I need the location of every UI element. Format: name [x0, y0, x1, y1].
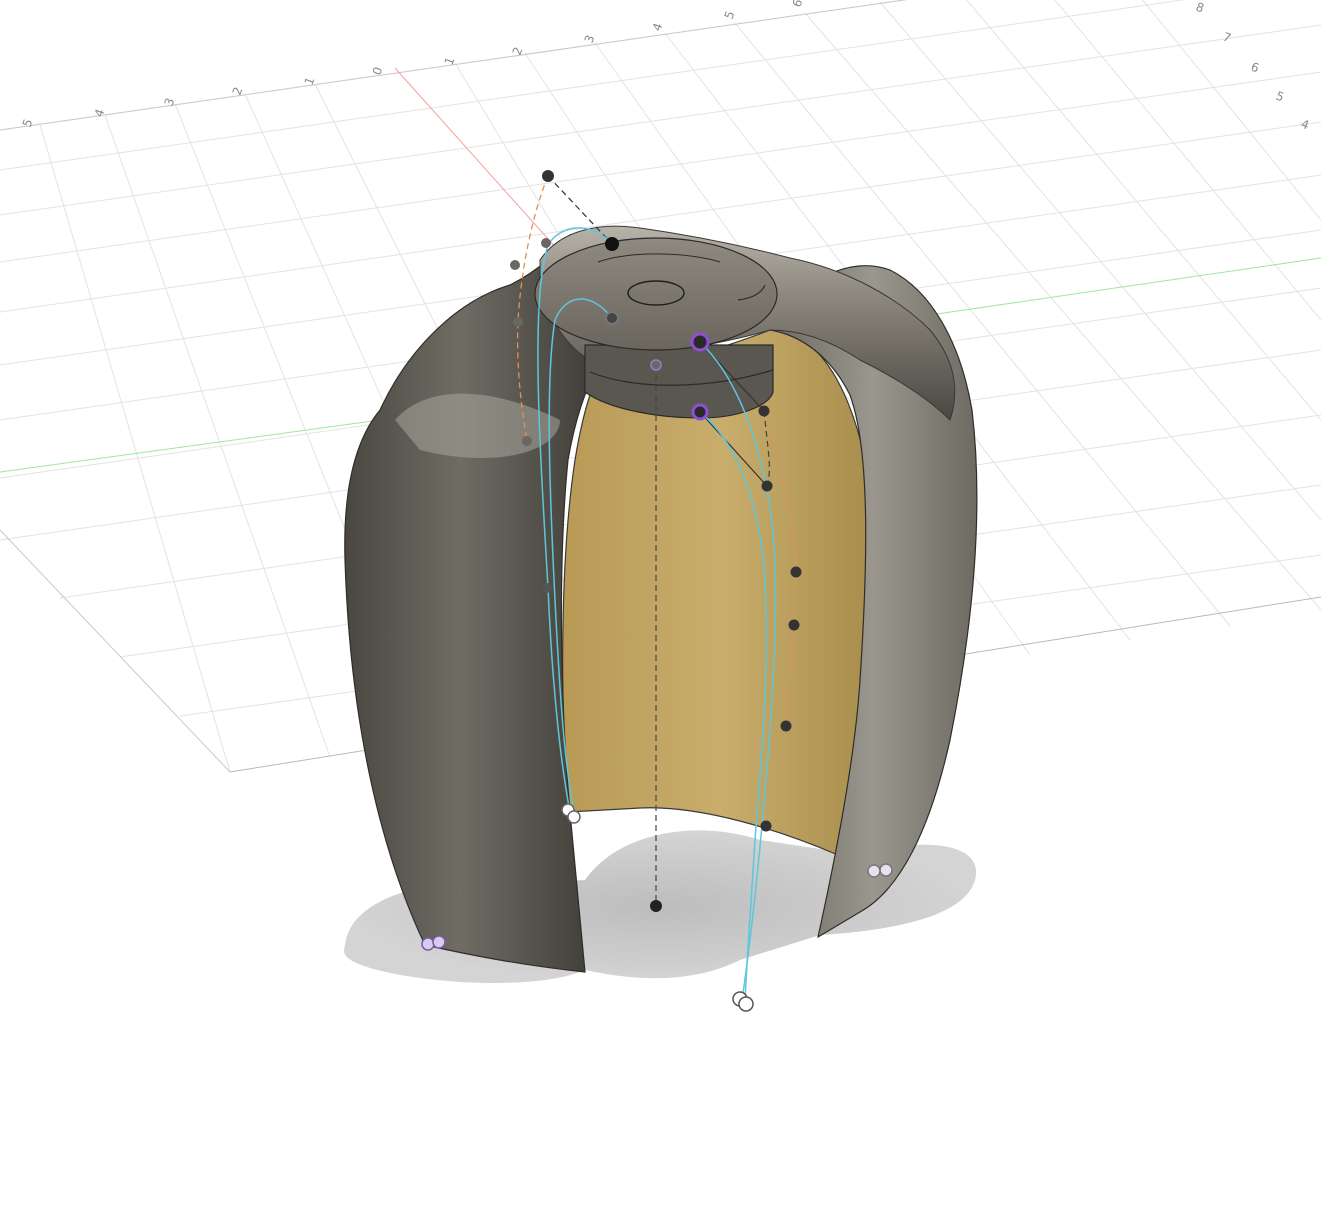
control-point[interactable] — [513, 317, 523, 327]
right-tick-label: 5 — [1274, 89, 1286, 105]
top-tick-label: 2 — [510, 45, 526, 57]
control-point[interactable] — [605, 237, 619, 251]
top-tick-label: 0 — [370, 65, 386, 77]
y-axis-line-right — [929, 257, 1321, 316]
top-tick-label: 4 — [92, 107, 108, 119]
right-tick-label: 8 — [1194, 0, 1206, 15]
control-point[interactable] — [650, 900, 662, 912]
control-point[interactable] — [780, 720, 792, 732]
control-point[interactable] — [605, 311, 619, 325]
endpoint-handle[interactable] — [567, 810, 581, 824]
top-tick-label: 2 — [230, 85, 246, 97]
control-point[interactable] — [761, 480, 773, 492]
selected-control-point[interactable] — [690, 332, 710, 352]
control-point[interactable] — [788, 619, 800, 631]
endpoint-handle[interactable] — [879, 863, 893, 877]
top-tick-label: 1 — [442, 55, 458, 67]
right-tick-label: 6 — [1249, 60, 1261, 76]
endpoint-handle[interactable] — [867, 864, 881, 878]
top-tick-label: 6 — [790, 0, 806, 9]
top-axis-ticks: 5 4 3 2 1 0 1 2 3 4 5 6 — [20, 0, 806, 129]
selected-control-point[interactable] — [691, 403, 709, 421]
y-axis-line — [0, 419, 381, 473]
control-point[interactable] — [790, 566, 802, 578]
control-point[interactable] — [522, 436, 532, 446]
shell-left-surface[interactable] — [344, 233, 602, 973]
top-tick-label: 3 — [582, 33, 598, 45]
3d-viewport[interactable]: 5 4 3 2 1 0 1 2 3 4 5 6 8 7 6 5 4 — [0, 0, 1321, 1205]
control-point[interactable] — [758, 405, 770, 417]
right-tick-label: 4 — [1299, 117, 1311, 133]
endpoint-handle[interactable] — [421, 937, 435, 951]
top-tick-label: 5 — [722, 9, 738, 21]
control-point[interactable] — [542, 170, 554, 182]
top-tick-label: 1 — [302, 75, 318, 87]
control-point[interactable] — [760, 820, 772, 832]
control-point[interactable] — [542, 583, 552, 593]
endpoint-handle[interactable] — [432, 935, 446, 949]
control-point[interactable] — [650, 359, 662, 371]
top-tick-label: 4 — [650, 21, 666, 33]
control-point[interactable] — [510, 260, 520, 270]
right-axis-ticks: 8 7 6 5 4 — [1194, 0, 1311, 132]
endpoint-handle[interactable] — [738, 996, 754, 1012]
control-point[interactable] — [541, 238, 551, 248]
